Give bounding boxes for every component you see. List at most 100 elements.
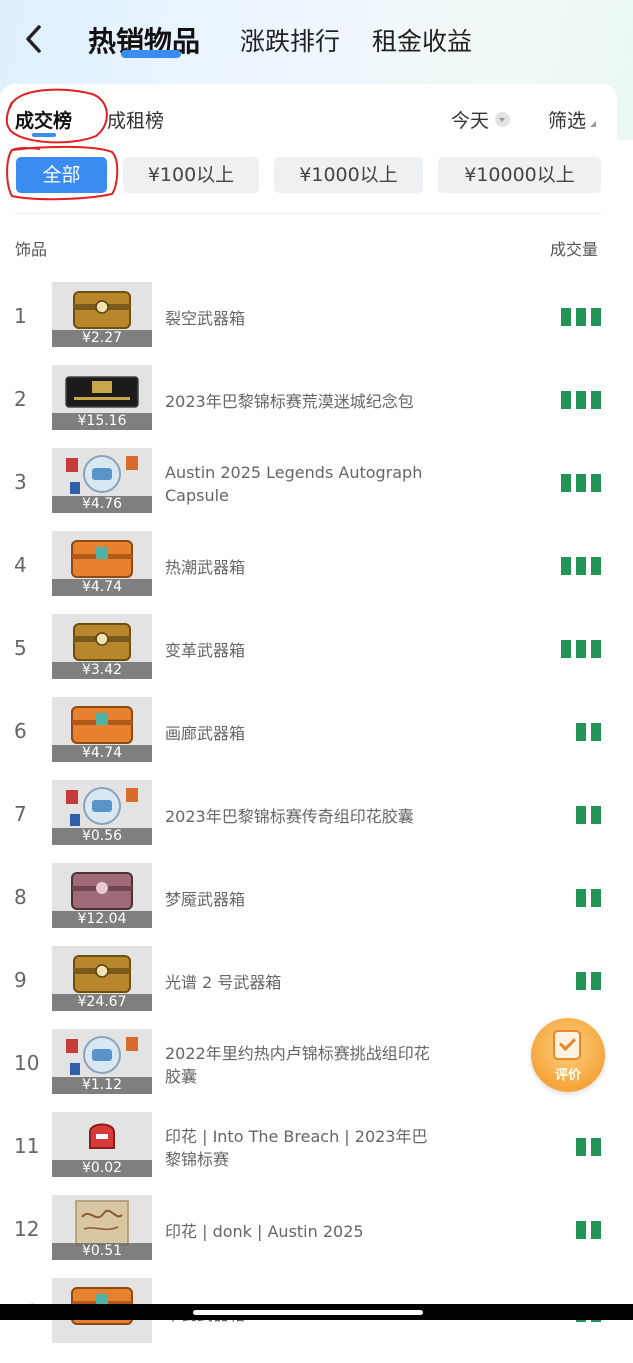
volume-bar (561, 640, 571, 658)
divider (14, 213, 601, 214)
volume-bar (576, 474, 586, 492)
item-price: ¥3.42 (52, 662, 152, 679)
volume-bar (591, 557, 601, 575)
item-price: ¥2.27 (52, 330, 152, 347)
volume-indicator (561, 640, 601, 658)
item-name: 梦魇武器箱 (165, 859, 435, 939)
item-price: ¥4.76 (52, 496, 152, 513)
item-price: ¥24.67 (52, 994, 152, 1011)
volume-bar (561, 308, 571, 326)
list-item[interactable]: 13千瓦武器箱 (0, 1278, 617, 1363)
item-name: 变革武器箱 (165, 610, 435, 690)
item-name: 2023年巴黎锦标赛传奇组印花胶囊 (165, 776, 435, 856)
tab-active-indicator (121, 50, 181, 58)
price-filter-1000[interactable]: ¥1000以上 (274, 157, 423, 193)
item-price: ¥15.16 (52, 413, 152, 430)
list-item[interactable]: 7 ¥0.56 2023年巴黎锦标赛传奇组印花胶囊 (0, 780, 617, 865)
item-name-text: 2022年里约热内卢锦标赛挑战组印花胶囊 (165, 1044, 430, 1086)
item-price: ¥0.51 (52, 1243, 152, 1260)
list-item[interactable]: 1 ¥2.27 裂空武器箱 (0, 282, 617, 367)
item-name-text: 裂空武器箱 (165, 308, 246, 328)
dropdown-arrow-icon (495, 112, 511, 127)
tab-price-change-ranking[interactable]: 涨跌排行 (240, 22, 340, 58)
list-item[interactable]: 4 ¥4.74 热潮武器箱 (0, 531, 617, 616)
list-item[interactable]: 8 ¥12.04 梦魇武器箱 (0, 863, 617, 948)
item-name-text: 热潮武器箱 (165, 557, 246, 577)
volume-bar (591, 1138, 601, 1156)
volume-indicator (576, 1221, 601, 1239)
price-filter-100[interactable]: ¥100以上 (123, 157, 259, 193)
item-name-text: 2023年巴黎锦标赛传奇组印花胶囊 (165, 806, 414, 826)
list-item[interactable]: 11 ¥0.02 印花 | Into The Breach | 2023年巴黎锦标赛 (0, 1112, 617, 1197)
volume-bar (591, 972, 601, 990)
item-name-text: 变革武器箱 (165, 640, 246, 660)
volume-bar (576, 640, 586, 658)
item-price: ¥4.74 (52, 745, 152, 762)
tab-rent-yield[interactable]: 租金收益 (372, 22, 472, 58)
item-name-text: Austin 2025 Legends Autograph Capsule (165, 463, 423, 505)
volume-bar (576, 1138, 586, 1156)
filter-label: 筛选 (548, 110, 587, 132)
chevron-left-icon (26, 25, 41, 53)
volume-bar (576, 391, 586, 409)
item-name: 印花 | Into The Breach | 2023年巴黎锦标赛 (165, 1108, 435, 1188)
volume-indicator (561, 308, 601, 326)
subtab-deal-ranking[interactable]: 成交榜 (15, 106, 72, 133)
list-item[interactable]: 5 ¥3.42 变革武器箱 (0, 614, 617, 699)
top-bar: 热销物品 涨跌排行 租金收益 (0, 0, 633, 84)
item-thumbnail: ¥12.04 (52, 863, 152, 928)
volume-bar (591, 806, 601, 824)
volume-bar (591, 308, 601, 326)
list-item[interactable]: 6 ¥4.74 画廊武器箱 (0, 697, 617, 782)
subtab-rent-ranking[interactable]: 成租榜 (107, 106, 164, 133)
volume-indicator (576, 972, 601, 990)
volume-bar (591, 391, 601, 409)
review-icon (553, 1030, 581, 1060)
volume-bar (576, 723, 586, 741)
volume-bar (561, 474, 571, 492)
item-name: 印花 | donk | Austin 2025 (165, 1191, 435, 1271)
price-filter-10000[interactable]: ¥10000以上 (438, 157, 601, 193)
volume-bar (576, 1221, 586, 1239)
volume-indicator (561, 391, 601, 409)
feedback-button[interactable]: 评价 (531, 1018, 605, 1092)
volume-bar (576, 889, 586, 907)
item-price: ¥12.04 (52, 911, 152, 928)
filter-button[interactable]: 筛选 (548, 106, 597, 133)
volume-bar (591, 723, 601, 741)
back-button[interactable] (20, 22, 50, 56)
volume-bar (561, 391, 571, 409)
volume-bar (576, 806, 586, 824)
list-item[interactable]: 12 ¥0.51 印花 | donk | Austin 2025 (0, 1195, 617, 1280)
item-thumbnail: ¥2.27 (52, 282, 152, 347)
item-thumbnail: ¥0.56 (52, 780, 152, 845)
item-name-text: 2023年巴黎锦标赛荒漠迷城纪念包 (165, 391, 414, 411)
column-header-item: 饰品 (15, 240, 48, 259)
item-name-text: 画廊武器箱 (165, 723, 246, 743)
volume-indicator (576, 723, 601, 741)
volume-bar (591, 1221, 601, 1239)
volume-indicator (561, 557, 601, 575)
volume-bar (576, 972, 586, 990)
list-item[interactable]: 10 ¥1.12 2022年里约热内卢锦标赛挑战组印花胶囊 (0, 1029, 617, 1114)
item-thumbnail: ¥24.67 (52, 946, 152, 1011)
item-thumbnail: ¥1.12 (52, 1029, 152, 1094)
list-item[interactable]: 9 ¥24.67 光谱 2 号武器箱 (0, 946, 617, 1031)
home-indicator[interactable] (193, 1310, 423, 1315)
item-name: 画廊武器箱 (165, 693, 435, 773)
price-filter-all[interactable]: 全部 (16, 157, 107, 193)
volume-bar (591, 640, 601, 658)
item-name: 2023年巴黎锦标赛荒漠迷城纪念包 (165, 361, 435, 441)
list-item[interactable]: 2 ¥15.16 2023年巴黎锦标赛荒漠迷城纪念包 (0, 365, 617, 450)
list-item[interactable]: 3 ¥4.76 Austin 2025 Legends Autograph Caps… (0, 448, 617, 533)
date-dropdown[interactable]: 今天 (451, 106, 511, 133)
item-thumbnail: ¥4.74 (52, 531, 152, 596)
item-name-text: 印花 | donk | Austin 2025 (165, 1221, 364, 1241)
item-thumbnail: ¥15.16 (52, 365, 152, 430)
item-thumbnail: ¥0.51 (52, 1195, 152, 1260)
volume-bar (561, 557, 571, 575)
item-price: ¥0.56 (52, 828, 152, 845)
corner-triangle-icon (590, 121, 597, 127)
date-dropdown-value: 今天 (451, 110, 490, 132)
volume-indicator (561, 474, 601, 492)
